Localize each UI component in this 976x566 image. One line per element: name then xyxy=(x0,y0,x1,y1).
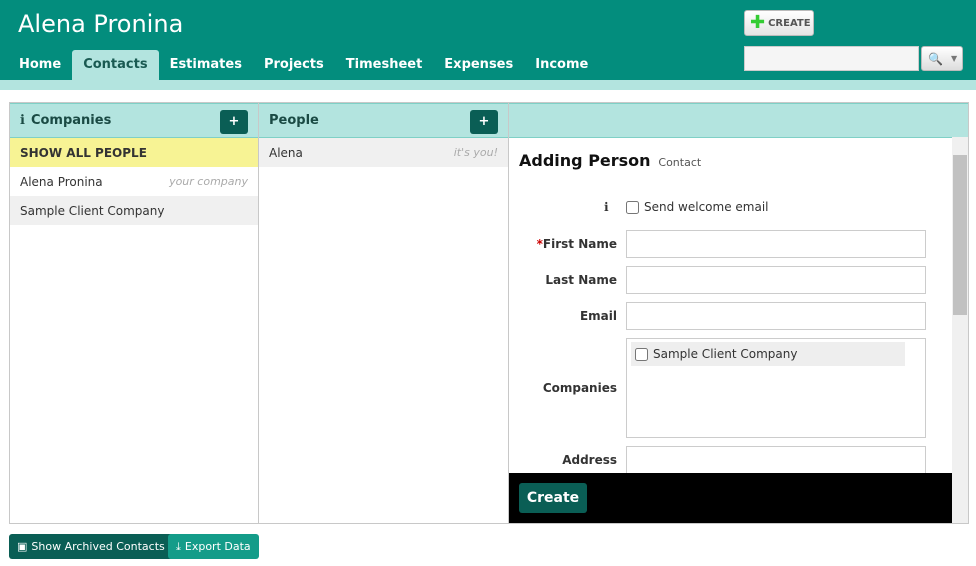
welcome-label: Send welcome email xyxy=(644,200,769,214)
first-name-label: *First Name xyxy=(509,237,617,251)
list-item[interactable]: Alena Pronina your company xyxy=(10,167,258,196)
company-hint: your company xyxy=(169,175,248,188)
companies-title: Companies xyxy=(30,113,112,128)
search-input[interactable] xyxy=(744,46,919,71)
checkbox[interactable] xyxy=(626,200,639,214)
form-footer: Create xyxy=(509,473,952,523)
archived-label: Show Archived Contacts xyxy=(31,540,165,553)
create-label: CREATE xyxy=(768,17,811,29)
tab-timesheet[interactable]: Timesheet xyxy=(335,50,434,80)
main-nav: Home Contacts Estimates Projects Timeshe… xyxy=(8,50,599,80)
tab-home[interactable]: Home xyxy=(8,50,72,80)
chevron-down-icon[interactable]: ▼ xyxy=(951,54,957,63)
info-icon: ℹ xyxy=(20,113,25,128)
list-item[interactable]: Alena it's you! xyxy=(259,138,508,167)
list-item[interactable]: Sample Client Company xyxy=(10,196,258,225)
person-hint: it's you! xyxy=(453,146,498,159)
search-icon: 🔍 xyxy=(928,51,943,66)
plus-icon: ✚ xyxy=(750,12,766,33)
add-company-button[interactable]: + xyxy=(220,110,248,134)
download-icon: ⤓ xyxy=(176,539,181,553)
info-icon: ℹ xyxy=(604,200,609,214)
company-name: Sample Client Company xyxy=(20,203,165,218)
header-band xyxy=(0,80,976,90)
address-label: Address xyxy=(562,453,617,467)
companies-panel: ℹ Companies + SHOW ALL PEOPLE Alena Pronin… xyxy=(9,102,259,524)
companies-label: Companies xyxy=(542,381,617,395)
first-name-text: First Name xyxy=(542,237,617,251)
company-name: Alena Pronina xyxy=(20,174,103,189)
create-button[interactable]: ✚ CREATE xyxy=(744,10,814,36)
last-name-input[interactable] xyxy=(626,266,926,294)
company-option[interactable]: Sample Client Company xyxy=(631,342,905,366)
scrollbar-thumb[interactable] xyxy=(953,155,967,315)
person-name: Alena xyxy=(269,145,303,160)
app-title: Alena Pronina xyxy=(18,10,184,38)
form-title: Adding Person xyxy=(519,151,651,170)
tab-contacts[interactable]: Contacts xyxy=(72,50,159,80)
tab-expenses[interactable]: Expenses xyxy=(433,50,524,80)
checkbox[interactable] xyxy=(635,347,648,361)
email-input[interactable] xyxy=(626,302,926,330)
people-header: People + xyxy=(259,103,508,138)
tab-estimates[interactable]: Estimates xyxy=(159,50,253,80)
add-person-button[interactable]: + xyxy=(470,110,498,134)
companies-header: ℹ Companies + xyxy=(10,103,258,138)
welcome-email-checkbox[interactable]: Send welcome email xyxy=(626,200,769,214)
people-title: People xyxy=(269,113,319,128)
tab-projects[interactable]: Projects xyxy=(253,50,335,80)
tab-income[interactable]: Income xyxy=(524,50,599,80)
archive-icon: ▣ xyxy=(17,540,28,553)
first-name-input[interactable] xyxy=(626,230,926,258)
people-panel: People + Alena it's you! xyxy=(258,102,509,524)
add-person-form: Adding Person Contact ℹ Send welcome ema… xyxy=(509,137,952,473)
search-button[interactable]: 🔍 ▼ xyxy=(921,46,963,71)
export-data-button[interactable]: ⤓ Export Data xyxy=(168,534,259,559)
export-label: Export Data xyxy=(184,540,251,553)
email-label: Email xyxy=(579,309,617,323)
companies-list[interactable]: Sample Client Company xyxy=(626,338,926,438)
show-all-people[interactable]: SHOW ALL PEOPLE xyxy=(10,138,258,167)
scrollbar[interactable] xyxy=(952,137,968,523)
company-option-label: Sample Client Company xyxy=(653,347,798,361)
create-person-button[interactable]: Create xyxy=(519,483,587,513)
address-input[interactable] xyxy=(626,446,926,473)
detail-header xyxy=(509,103,968,138)
show-archived-button[interactable]: ▣ Show Archived Contacts xyxy=(9,534,173,559)
last-name-label: Last Name xyxy=(545,273,617,287)
form-subtitle: Contact xyxy=(658,156,702,169)
header: Alena Pronina Home Contacts Estimates Pr… xyxy=(0,0,976,80)
form-heading: Adding Person Contact xyxy=(519,151,701,170)
